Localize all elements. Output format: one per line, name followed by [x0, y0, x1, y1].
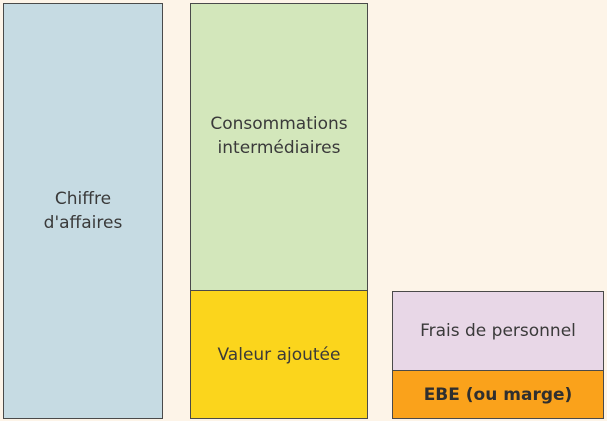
chiffre-affaires-label: Chiffre d'affaires [43, 189, 123, 233]
valeur-ajoutee-label: Valeur ajoutée [217, 344, 341, 365]
chiffre-affaires-block: Chiffre d'affaires [3, 3, 163, 419]
ebe-block: EBE (ou marge) [392, 370, 604, 419]
frais-personnel-label: Frais de personnel [420, 321, 576, 341]
frais-personnel-block: Frais de personnel [392, 291, 604, 371]
consommations-intermediaires-label: Consommations intermédiaires [210, 114, 348, 158]
consommations-intermediaires-block: Consommations intermédiaires [190, 3, 368, 291]
valeur-ajoutee-block: Valeur ajoutée [190, 290, 368, 419]
ebe-label: EBE (ou marge) [423, 384, 573, 405]
